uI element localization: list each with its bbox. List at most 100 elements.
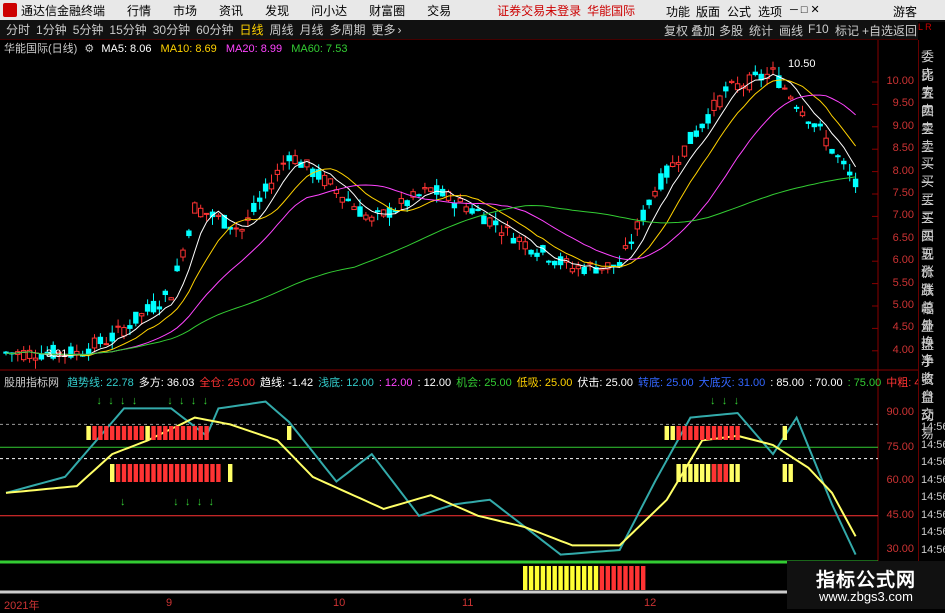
signal-bar	[664, 426, 669, 440]
signal-bar	[523, 566, 528, 590]
candle-body	[670, 162, 676, 168]
signal-bar	[121, 464, 127, 482]
candle-body	[534, 252, 540, 257]
price-tick-label: 9.00	[892, 119, 914, 132]
indicator-legend-item: 趋势线: 22.78	[67, 377, 134, 389]
arrow-down-icon: ↓	[120, 395, 126, 407]
signal-bar	[688, 464, 693, 482]
arrow-down-icon: ↓	[209, 496, 215, 508]
candle-body	[321, 174, 328, 187]
signal-bar	[682, 464, 687, 482]
candle-body	[581, 266, 587, 275]
candle-body	[782, 87, 788, 90]
signal-bar	[558, 566, 563, 590]
indicator-name: 股朋指标网	[4, 377, 59, 389]
candle-body	[516, 236, 522, 242]
indicator-legend-item: 浅底: 12.00	[318, 377, 374, 389]
candle-body	[369, 216, 375, 222]
candle-body	[528, 249, 534, 255]
signal-bar	[157, 426, 162, 440]
price-tick-label: 8.00	[892, 164, 914, 177]
candle-body	[552, 260, 558, 266]
candle-body	[522, 241, 528, 250]
candle-body	[498, 232, 505, 236]
chart-canvas[interactable]: ↓ ↓ ↓ ↓ ↓ ↓ ↓ ↓ ↓ ↓ ↓ ↓ ↓ ↓ ↓ ↓	[0, 0, 918, 609]
candle-body	[469, 208, 475, 214]
watermark-title: 指标公式网	[815, 570, 916, 591]
arrow-down-icon: ↓	[96, 395, 102, 407]
signal-bar	[629, 566, 634, 590]
candle-body	[428, 187, 434, 192]
arrow-down-icon: ↓	[191, 395, 197, 407]
candle-body	[770, 67, 776, 70]
candle-body	[156, 306, 163, 310]
candle-body	[127, 325, 133, 329]
signal-bar	[676, 464, 681, 482]
signal-bar	[139, 464, 144, 482]
signal-bar	[735, 426, 740, 440]
candle-body	[628, 241, 635, 244]
signal-bar	[115, 426, 121, 440]
candle-body	[351, 206, 357, 211]
signal-bar	[139, 426, 144, 440]
arrow-down-icon: ↓	[179, 395, 185, 407]
signal-bar	[552, 566, 557, 590]
ma60-label: MA60: 7.53	[291, 43, 348, 55]
signal-bar	[151, 464, 156, 482]
candle-body	[162, 290, 169, 296]
candle-body	[422, 187, 428, 190]
trade-tick-item: 14:56	[921, 421, 945, 433]
chart-title: 华能国际(日线)	[4, 43, 78, 55]
candle-body	[398, 198, 405, 204]
signal-bar	[729, 426, 734, 440]
indicator-legend-item: 趋线: -1.42	[259, 377, 314, 389]
candle-body	[274, 169, 281, 175]
candle-body	[451, 202, 458, 209]
signal-bar	[735, 464, 740, 482]
candle-body	[711, 99, 717, 111]
candle-body	[38, 353, 45, 360]
signal-bar	[782, 426, 787, 440]
settings-icon[interactable]: ⚙	[84, 43, 94, 55]
indicator-legend-item: 伏击: 25.00	[577, 377, 634, 389]
signal-bar	[174, 426, 180, 440]
ma-legend: 华能国际(日线) ⚙ MA5: 8.06 MA10: 8.69 MA20: 8.…	[4, 40, 347, 56]
signal-bar	[163, 426, 168, 440]
indicator-tick-label: 45.00	[886, 509, 914, 521]
signal-bar	[216, 464, 221, 482]
candle-body	[32, 357, 39, 361]
signal-bar	[782, 464, 787, 482]
price-tick-label: 5.50	[892, 276, 914, 289]
signal-bar	[121, 426, 127, 440]
candle-body	[658, 173, 664, 190]
candle-body	[198, 207, 204, 218]
candle-body	[847, 171, 853, 176]
signal-bar	[611, 566, 616, 590]
candle-body	[103, 343, 109, 346]
signal-bar	[570, 566, 575, 590]
indicator-legend: 股朋指标网 趋势线: 22.78 多方: 36.03 全仓: 25.00 趋线: -1…	[4, 374, 945, 390]
candle-body	[215, 214, 222, 217]
indicator-legend-item: 转底: 25.00	[638, 377, 694, 389]
candle-body	[640, 209, 646, 221]
candle-body	[811, 123, 817, 128]
candle-body	[150, 300, 157, 313]
candle-body	[121, 327, 127, 337]
candle-body	[380, 209, 387, 217]
candle-body	[339, 196, 346, 203]
signal-bar	[127, 426, 133, 440]
candle-body	[239, 228, 245, 232]
signal-bar	[564, 566, 569, 590]
candle-body	[817, 123, 823, 127]
candle-body	[569, 267, 576, 273]
signal-bar	[204, 464, 209, 482]
signal-bar	[180, 464, 186, 482]
candle-body	[257, 197, 263, 202]
arrow-down-icon: ↓	[173, 496, 179, 508]
indicator-legend-item: 大底灭: 31.00	[698, 377, 766, 389]
signal-bar	[528, 566, 534, 590]
ma-line	[5, 176, 856, 356]
price-tick-label: 6.50	[892, 231, 914, 244]
watermark-url: www.zbgs3.com	[819, 589, 913, 604]
signal-bar	[145, 426, 150, 440]
